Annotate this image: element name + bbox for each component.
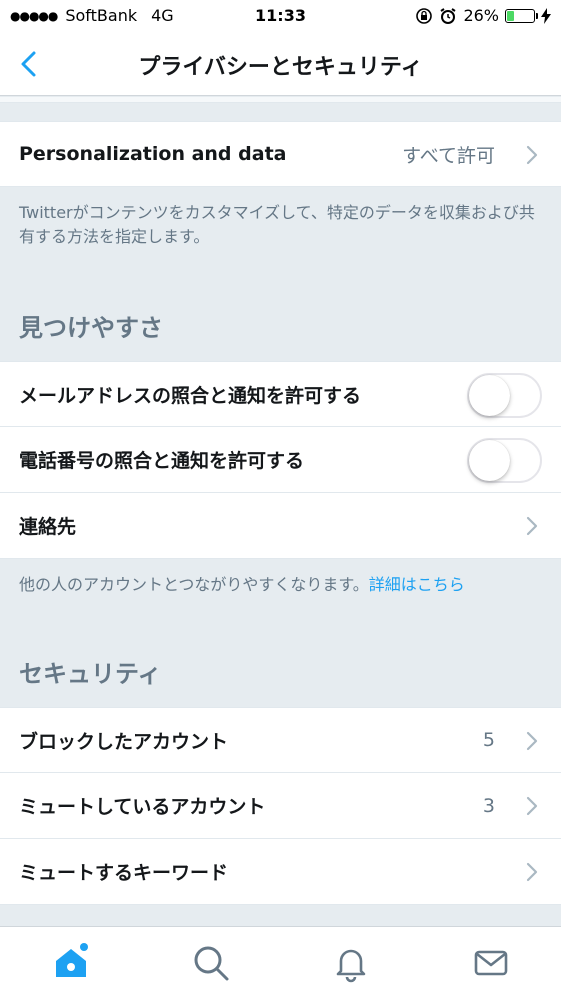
tab-notifications[interactable] bbox=[331, 943, 371, 983]
discoverability-description: 他の人のアカウントとつながりやすくなります。詳細はこちら bbox=[0, 559, 561, 609]
phone-discoverability-row: 電話番号の照合と通知を許可する bbox=[0, 427, 561, 493]
muted-words-row[interactable]: ミュートするキーワード bbox=[0, 839, 561, 905]
blocked-accounts-row[interactable]: ブロックしたアカウント 5 bbox=[0, 707, 561, 773]
bell-icon bbox=[336, 949, 366, 983]
chevron-right-icon bbox=[526, 862, 538, 882]
settings-content: Personalization and data すべて許可 Twitterがコ… bbox=[0, 97, 561, 905]
battery-icon bbox=[505, 8, 538, 23]
charging-icon bbox=[541, 7, 551, 24]
muted-words-label: ミュートするキーワード bbox=[19, 862, 229, 884]
orientation-lock-icon bbox=[416, 7, 433, 24]
personalization-value: すべて許可 bbox=[402, 144, 495, 167]
page-title: プライバシーとセキュリティ bbox=[138, 55, 423, 80]
tab-bar bbox=[0, 926, 561, 999]
contacts-row[interactable]: 連絡先 bbox=[0, 493, 561, 559]
home-icon bbox=[56, 943, 88, 977]
tab-home[interactable] bbox=[51, 943, 91, 983]
email-discoverability-toggle[interactable] bbox=[467, 373, 542, 418]
section-header-discoverability: 見つけやすさ bbox=[19, 314, 163, 342]
search-icon bbox=[194, 946, 229, 981]
muted-accounts-row[interactable]: ミュートしているアカウント 3 bbox=[0, 773, 561, 839]
toggle-knob bbox=[469, 375, 510, 416]
contacts-label: 連絡先 bbox=[19, 516, 77, 538]
blocked-accounts-count: 5 bbox=[482, 729, 495, 751]
muted-accounts-label: ミュートしているアカウント bbox=[19, 796, 266, 818]
muted-accounts-count: 3 bbox=[482, 794, 495, 817]
section-header-security: セキュリティ bbox=[19, 660, 162, 688]
navigation-bar: プライバシーとセキュリティ bbox=[0, 32, 561, 96]
chevron-right-icon bbox=[526, 731, 538, 751]
phone-discoverability-label: 電話番号の照合と通知を許可する bbox=[19, 450, 305, 472]
chevron-right-icon bbox=[526, 516, 538, 536]
tab-messages[interactable] bbox=[471, 943, 511, 983]
toggle-knob bbox=[469, 440, 510, 481]
phone-discoverability-toggle[interactable] bbox=[467, 438, 542, 483]
mail-icon bbox=[474, 950, 508, 976]
personalization-description: Twitterがコンテンツをカスタマイズして、特定のデータを収集および共有する方… bbox=[19, 203, 535, 246]
discoverability-description-text: 他の人のアカウントとつながりやすくなります。 bbox=[19, 575, 369, 594]
battery-level bbox=[507, 10, 514, 21]
email-discoverability-row: メールアドレスの照合と通知を許可する bbox=[0, 361, 561, 427]
battery-percent: 26% bbox=[463, 6, 499, 25]
status-bar: ●●●●● SoftBank 4G 11:33 26% bbox=[0, 0, 561, 32]
personalization-label: Personalization and data bbox=[19, 143, 287, 165]
email-discoverability-label: メールアドレスの照合と通知を許可する bbox=[19, 384, 362, 407]
chevron-right-icon bbox=[526, 796, 538, 816]
tab-search[interactable] bbox=[191, 943, 231, 983]
blocked-accounts-label: ブロックしたアカウント bbox=[19, 730, 229, 753]
alarm-icon bbox=[440, 7, 456, 24]
chevron-right-icon bbox=[526, 145, 538, 165]
learn-more-link[interactable]: 詳細はこちら bbox=[369, 575, 465, 594]
personalization-row[interactable]: Personalization and data すべて許可 bbox=[0, 121, 561, 187]
status-right: 26% bbox=[415, 6, 551, 25]
